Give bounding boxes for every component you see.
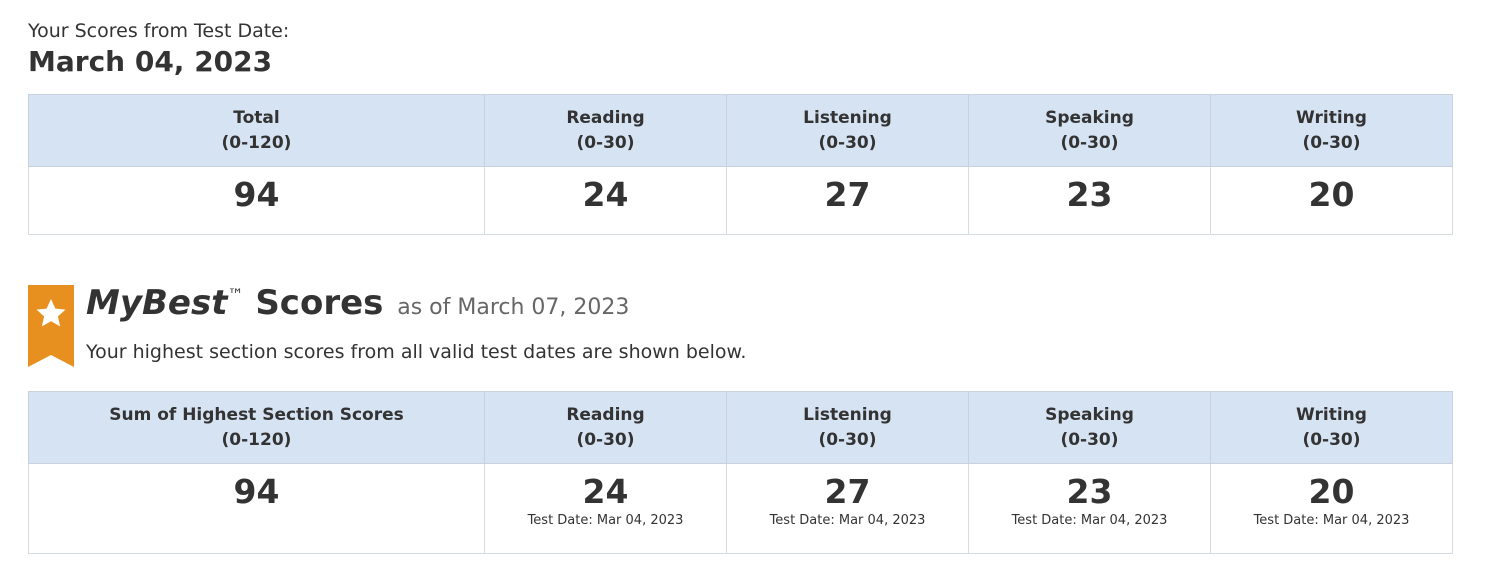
header-writing: Writing (0-30) <box>1210 391 1453 464</box>
score-writing: 20 <box>1308 175 1355 214</box>
column-range: (0-30) <box>576 133 635 153</box>
header-reading: Reading (0-30) <box>484 94 727 167</box>
column-name: Sum of Highest Section Scores <box>109 405 404 425</box>
score-speaking: 23 <box>1066 175 1113 214</box>
mybest-brand: MyBest <box>86 283 228 323</box>
score-cell-speaking: 23 <box>968 166 1211 235</box>
column-range: (0-30) <box>1302 430 1361 450</box>
best-test-date-speaking: Test Date: Mar 04, 2023 <box>1011 513 1168 528</box>
column-range: (0-30) <box>1060 133 1119 153</box>
header-speaking: Speaking (0-30) <box>968 391 1211 464</box>
column-name: Total <box>233 108 280 128</box>
column-range: (0-30) <box>1302 133 1361 153</box>
best-score-listening: 27 <box>824 472 871 511</box>
best-score-speaking: 23 <box>1066 472 1113 511</box>
column-name: Speaking <box>1045 405 1134 425</box>
scores-header-row: Total (0-120) Reading (0-30) Listening (0-3… <box>28 94 1453 167</box>
column-name: Listening <box>803 405 892 425</box>
column-range: (0-30) <box>1060 430 1119 450</box>
score-cell-listening: 27 <box>726 166 969 235</box>
header-listening: Listening (0-30) <box>726 94 969 167</box>
test-date-intro: Your Scores from Test Date: <box>28 20 290 42</box>
test-date-value: March 04, 2023 <box>28 45 273 78</box>
trademark-symbol: ™ <box>227 285 244 304</box>
header-writing: Writing (0-30) <box>1210 94 1453 167</box>
best-cell-reading: 24 Test Date: Mar 04, 2023 <box>484 463 727 554</box>
best-score-sum: 94 <box>233 472 280 511</box>
best-test-date-listening: Test Date: Mar 04, 2023 <box>769 513 926 528</box>
mybest-table: Sum of Highest Section Scores (0-120) Rea… <box>28 391 1453 554</box>
column-name: Writing <box>1296 108 1367 128</box>
score-reading: 24 <box>582 175 629 214</box>
best-cell-listening: 27 Test Date: Mar 04, 2023 <box>726 463 969 554</box>
score-cell-writing: 20 <box>1210 166 1453 235</box>
column-range: (0-120) <box>221 133 292 153</box>
scores-table: Total (0-120) Reading (0-30) Listening (0-3… <box>28 94 1453 235</box>
mybest-header-row: Sum of Highest Section Scores (0-120) Rea… <box>28 391 1453 464</box>
column-range: (0-30) <box>818 133 877 153</box>
header-total: Total (0-120) <box>28 94 485 167</box>
header-listening: Listening (0-30) <box>726 391 969 464</box>
mybest-title-word: Scores <box>255 283 384 323</box>
column-range: (0-120) <box>221 430 292 450</box>
header-reading: Reading (0-30) <box>484 391 727 464</box>
best-cell-sum: 94 <box>28 463 485 554</box>
star-ribbon-icon <box>28 285 74 367</box>
best-score-writing: 20 <box>1308 472 1355 511</box>
column-name: Reading <box>566 405 645 425</box>
header-sum-highest: Sum of Highest Section Scores (0-120) <box>28 391 485 464</box>
mybest-section-header: MyBest™ Scores as of March 07, 2023 Your… <box>28 283 1453 391</box>
mybest-subtitle: Your highest section scores from all val… <box>86 341 747 363</box>
best-cell-writing: 20 Test Date: Mar 04, 2023 <box>1210 463 1453 554</box>
column-name: Reading <box>566 108 645 128</box>
score-total: 94 <box>233 175 280 214</box>
mybest-as-of-date: as of March 07, 2023 <box>397 295 630 320</box>
column-name: Listening <box>803 108 892 128</box>
best-test-date-reading: Test Date: Mar 04, 2023 <box>527 513 684 528</box>
column-range: (0-30) <box>818 430 877 450</box>
mybest-value-row: 94 24 Test Date: Mar 04, 2023 27 Test Date… <box>28 463 1453 554</box>
score-report: Your Scores from Test Date: March 04, 20… <box>28 18 1453 554</box>
column-name: Writing <box>1296 405 1367 425</box>
best-cell-speaking: 23 Test Date: Mar 04, 2023 <box>968 463 1211 554</box>
header-speaking: Speaking (0-30) <box>968 94 1211 167</box>
best-score-reading: 24 <box>582 472 629 511</box>
column-range: (0-30) <box>576 430 635 450</box>
best-test-date-writing: Test Date: Mar 04, 2023 <box>1253 513 1410 528</box>
score-cell-reading: 24 <box>484 166 727 235</box>
column-name: Speaking <box>1045 108 1134 128</box>
score-listening: 27 <box>824 175 871 214</box>
mybest-title: MyBest™ Scores as of March 07, 2023 <box>86 281 629 331</box>
score-cell-total: 94 <box>28 166 485 235</box>
scores-value-row: 94 24 27 23 20 <box>28 166 1453 235</box>
